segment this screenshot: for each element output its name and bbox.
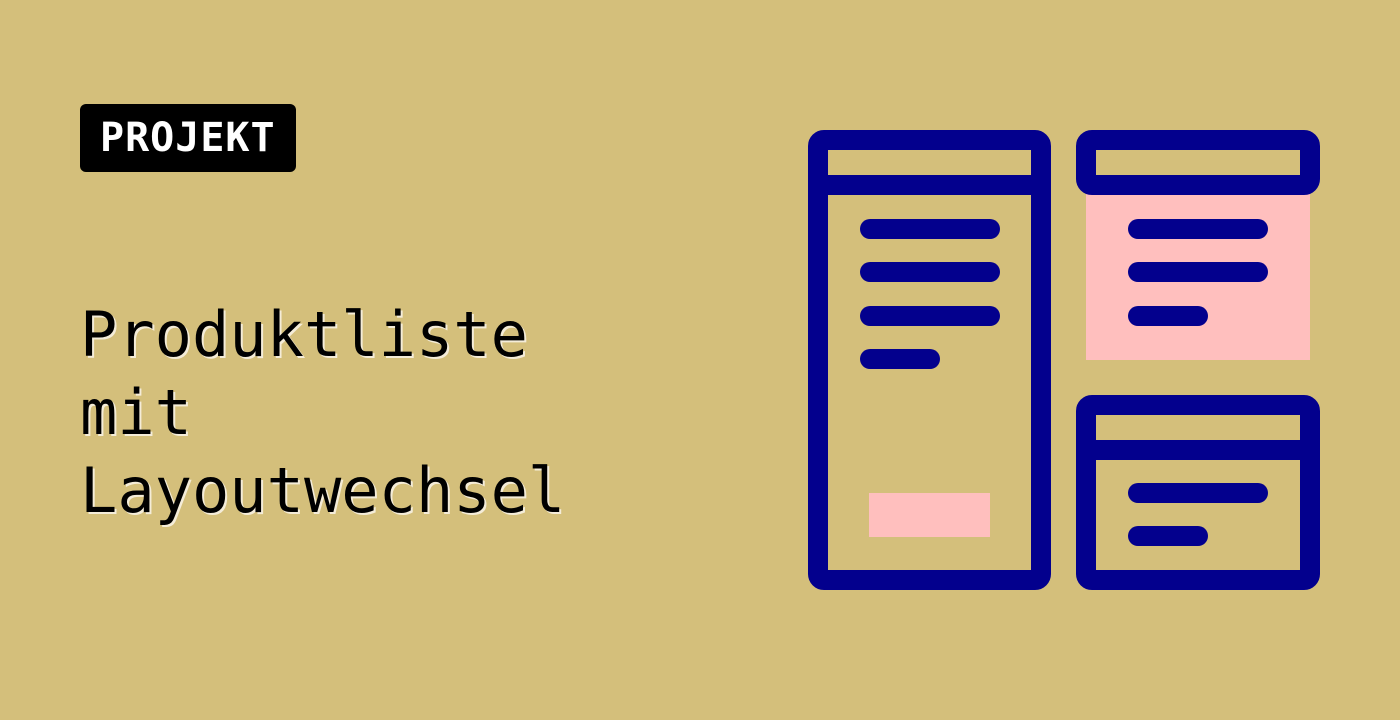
layout-switch-illustration-icon [808,130,1320,590]
highlighted-card-icon [1076,130,1320,360]
title-line-1: Produktliste [80,298,528,371]
page-title: Produktliste mit Layoutwechsel [80,296,565,530]
title-line-3: Layoutwechsel [80,454,566,527]
hero-banner: PROJEKT Produktliste mit Layoutwechsel [0,0,1400,720]
title-line-2: mit [80,376,192,449]
small-card-icon [1076,395,1320,590]
project-badge: PROJEKT [80,104,296,172]
tall-card-icon [808,130,1051,590]
